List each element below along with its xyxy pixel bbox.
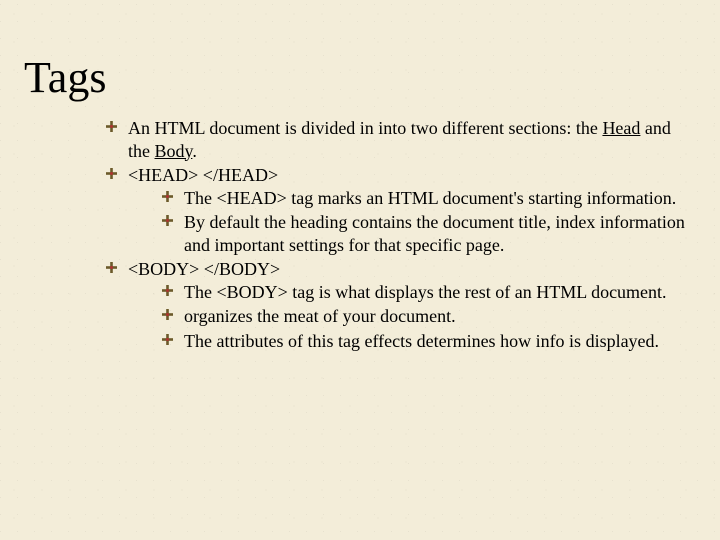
- bullet-icon: [162, 191, 173, 202]
- text: The <BODY> tag is what displays the rest…: [184, 282, 667, 302]
- underlined-text: Body: [155, 141, 193, 161]
- bullet-icon: [162, 309, 173, 320]
- text: <BODY> </BODY>: [128, 259, 280, 279]
- bullet-icon: [106, 262, 117, 273]
- text: .: [192, 141, 197, 161]
- text: By default the heading contains the docu…: [184, 212, 685, 255]
- underlined-text: Head: [602, 118, 640, 138]
- bullet-icon: [162, 285, 173, 296]
- text: An HTML document is divided in into two …: [128, 118, 602, 138]
- text: <HEAD> </HEAD>: [128, 165, 278, 185]
- bullet-icon: [106, 121, 117, 132]
- bullet-icon: [162, 334, 173, 345]
- list-item: The attributes of this tag effects deter…: [162, 330, 696, 353]
- bullet-list: The <BODY> tag is what displays the rest…: [128, 281, 696, 353]
- list-item: By default the heading contains the docu…: [162, 211, 696, 256]
- list-item: <HEAD> </HEAD> The <HEAD> tag marks an H…: [106, 164, 696, 256]
- list-item: organizes the meat of your document.: [162, 305, 696, 328]
- text: organizes the meat of your document.: [184, 306, 456, 326]
- text: The <HEAD> tag marks an HTML document's …: [184, 188, 676, 208]
- bullet-icon: [162, 215, 173, 226]
- list-item: An HTML document is divided in into two …: [106, 117, 696, 162]
- bullet-list: An HTML document is divided in into two …: [24, 117, 696, 352]
- list-item: The <HEAD> tag marks an HTML document's …: [162, 187, 696, 210]
- text: The attributes of this tag effects deter…: [184, 331, 659, 351]
- bullet-list: The <HEAD> tag marks an HTML document's …: [128, 187, 696, 257]
- list-item: The <BODY> tag is what displays the rest…: [162, 281, 696, 304]
- bullet-icon: [106, 168, 117, 179]
- slide-title: Tags: [24, 52, 696, 103]
- list-item: <BODY> </BODY> The <BODY> tag is what di…: [106, 258, 696, 352]
